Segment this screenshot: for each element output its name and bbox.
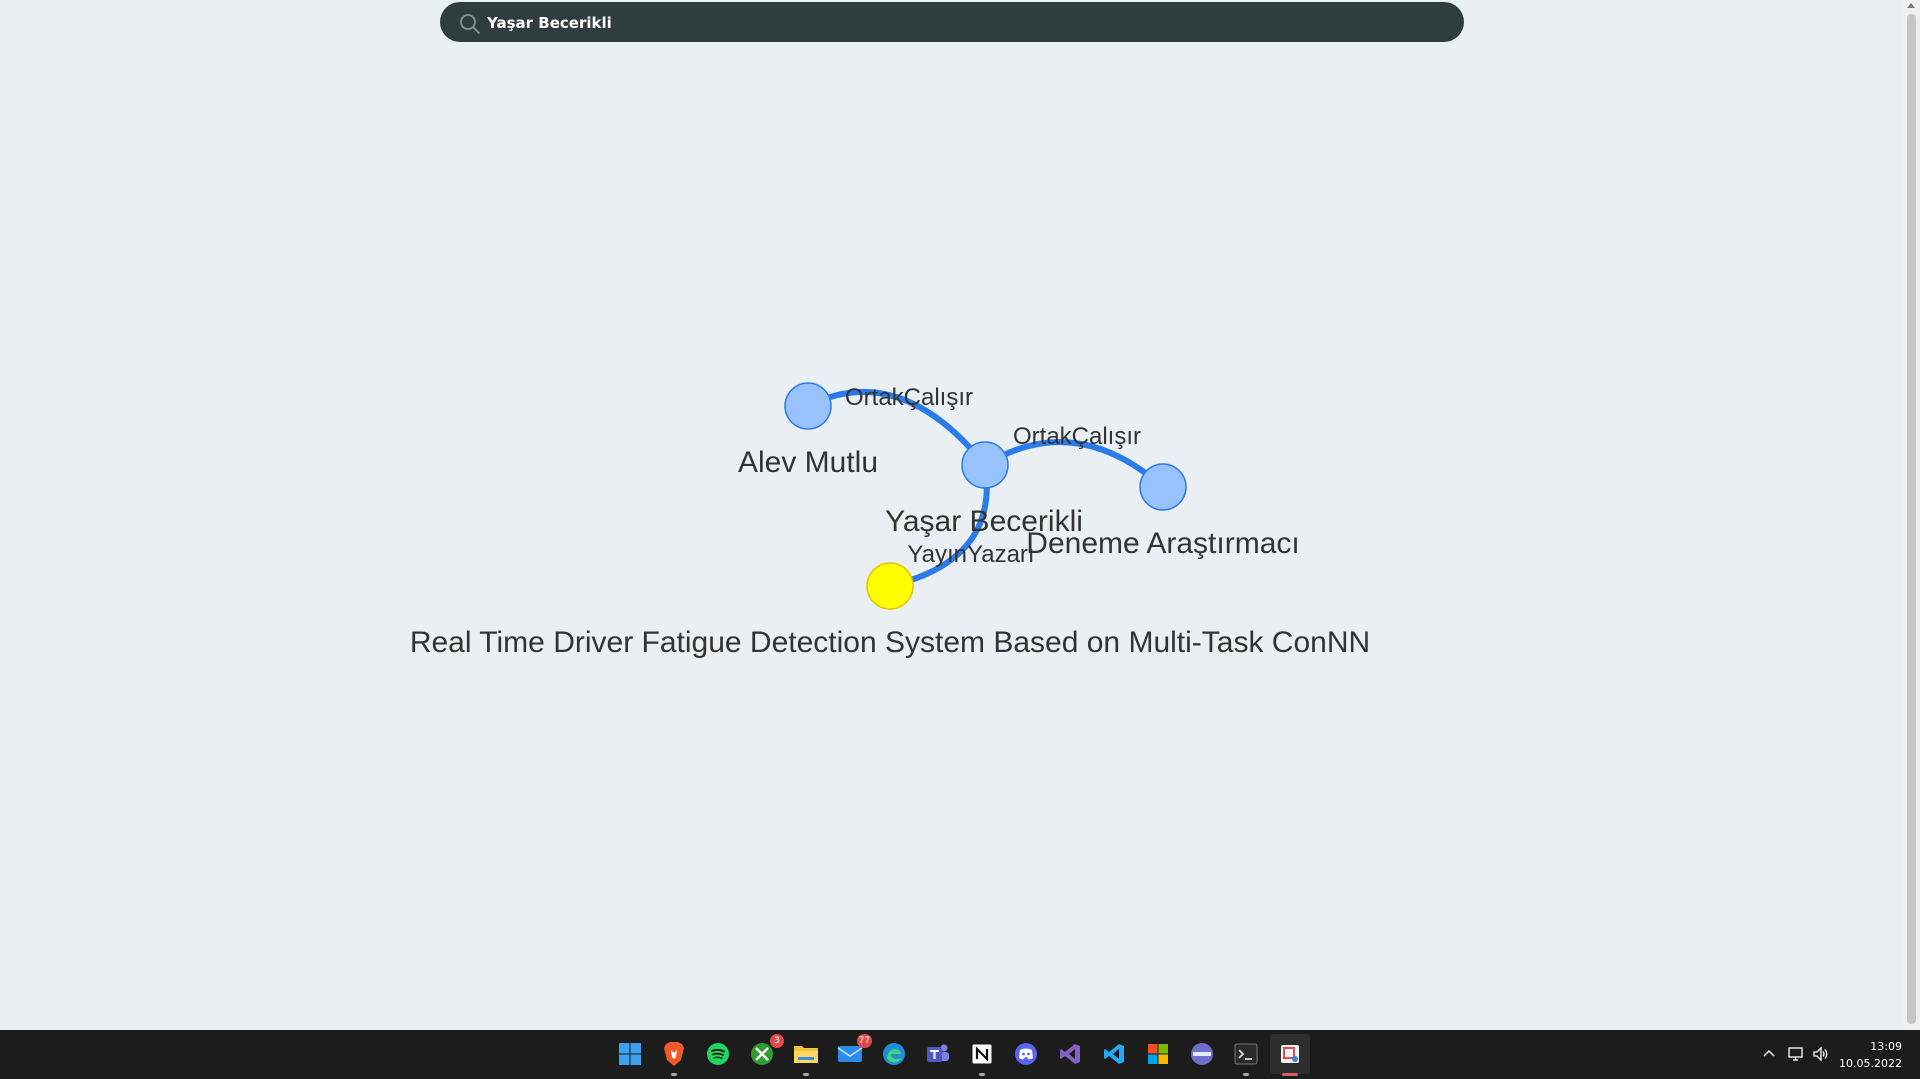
node-label-alev-mutlu: Alev Mutlu (738, 446, 878, 479)
running-indicator (671, 1073, 677, 1076)
discord-icon[interactable] (1010, 1038, 1042, 1070)
running-indicator (1243, 1073, 1249, 1076)
graph-node-alev-mutlu[interactable] (784, 382, 832, 430)
xbox-icon[interactable]: 3 (746, 1034, 784, 1070)
snipping-tool-icon[interactable] (1274, 1038, 1306, 1076)
notification-badge: 77 (856, 1034, 872, 1048)
show-hidden-icons-chevron-up-icon[interactable] (1760, 1045, 1778, 1063)
notion-icon[interactable] (966, 1038, 998, 1076)
search-bar[interactable] (440, 2, 1464, 42)
teams-icon[interactable] (922, 1038, 954, 1070)
node-label-deneme-arastirmaci: Deneme Araştırmacı (1026, 527, 1299, 560)
terminal-icon[interactable] (1230, 1038, 1262, 1076)
node-label-paper: Real Time Driver Fatigue Detection Syste… (410, 626, 1370, 659)
file-explorer-icon[interactable] (790, 1038, 822, 1076)
edge-label-yasar-paper: YayınYazarı (907, 541, 1034, 568)
graph-node-yasar-becerikli[interactable] (961, 441, 1009, 489)
vertical-scrollbar[interactable] (1903, 0, 1920, 1030)
edge-label-alev-yasar: OrtakÇalışır (845, 384, 973, 411)
edge-browser-icon[interactable] (878, 1038, 910, 1070)
graph-node-deneme-arastirmaci[interactable] (1139, 463, 1187, 511)
office-icon[interactable] (1142, 1038, 1174, 1070)
volume-icon[interactable] (1812, 1045, 1830, 1063)
clock-time[interactable]: 13:09 (1870, 1040, 1902, 1053)
running-indicator (803, 1073, 809, 1076)
running-indicator (979, 1073, 985, 1076)
active-indicator (1282, 1073, 1298, 1076)
app-icon[interactable] (1186, 1038, 1218, 1070)
network-icon[interactable] (1787, 1045, 1805, 1063)
network-graph-canvas[interactable]: OrtakÇalışır OrtakÇalışır YayınYazarı Al… (0, 0, 1920, 1030)
scrollbar-thumb[interactable] (1907, 14, 1916, 1024)
brave-browser-icon[interactable] (658, 1038, 690, 1076)
clock-date[interactable]: 10.05.2022 (1839, 1057, 1902, 1070)
edge-label-yasar-deneme: OrtakÇalışır (1013, 423, 1141, 450)
windows-taskbar: 3 77 13:09 10.05.2022 (0, 1030, 1920, 1079)
mail-icon[interactable]: 77 (834, 1034, 872, 1070)
start-icon[interactable] (614, 1038, 646, 1070)
scroll-up-arrow-icon[interactable] (1907, 3, 1915, 8)
spotify-icon[interactable] (702, 1038, 734, 1070)
search-input[interactable] (485, 7, 1389, 39)
search-icon (459, 13, 481, 35)
vscode-icon[interactable] (1098, 1038, 1130, 1070)
graph-node-paper[interactable] (866, 562, 914, 610)
notification-badge: 3 (770, 1034, 784, 1048)
visual-studio-icon[interactable] (1054, 1038, 1086, 1070)
